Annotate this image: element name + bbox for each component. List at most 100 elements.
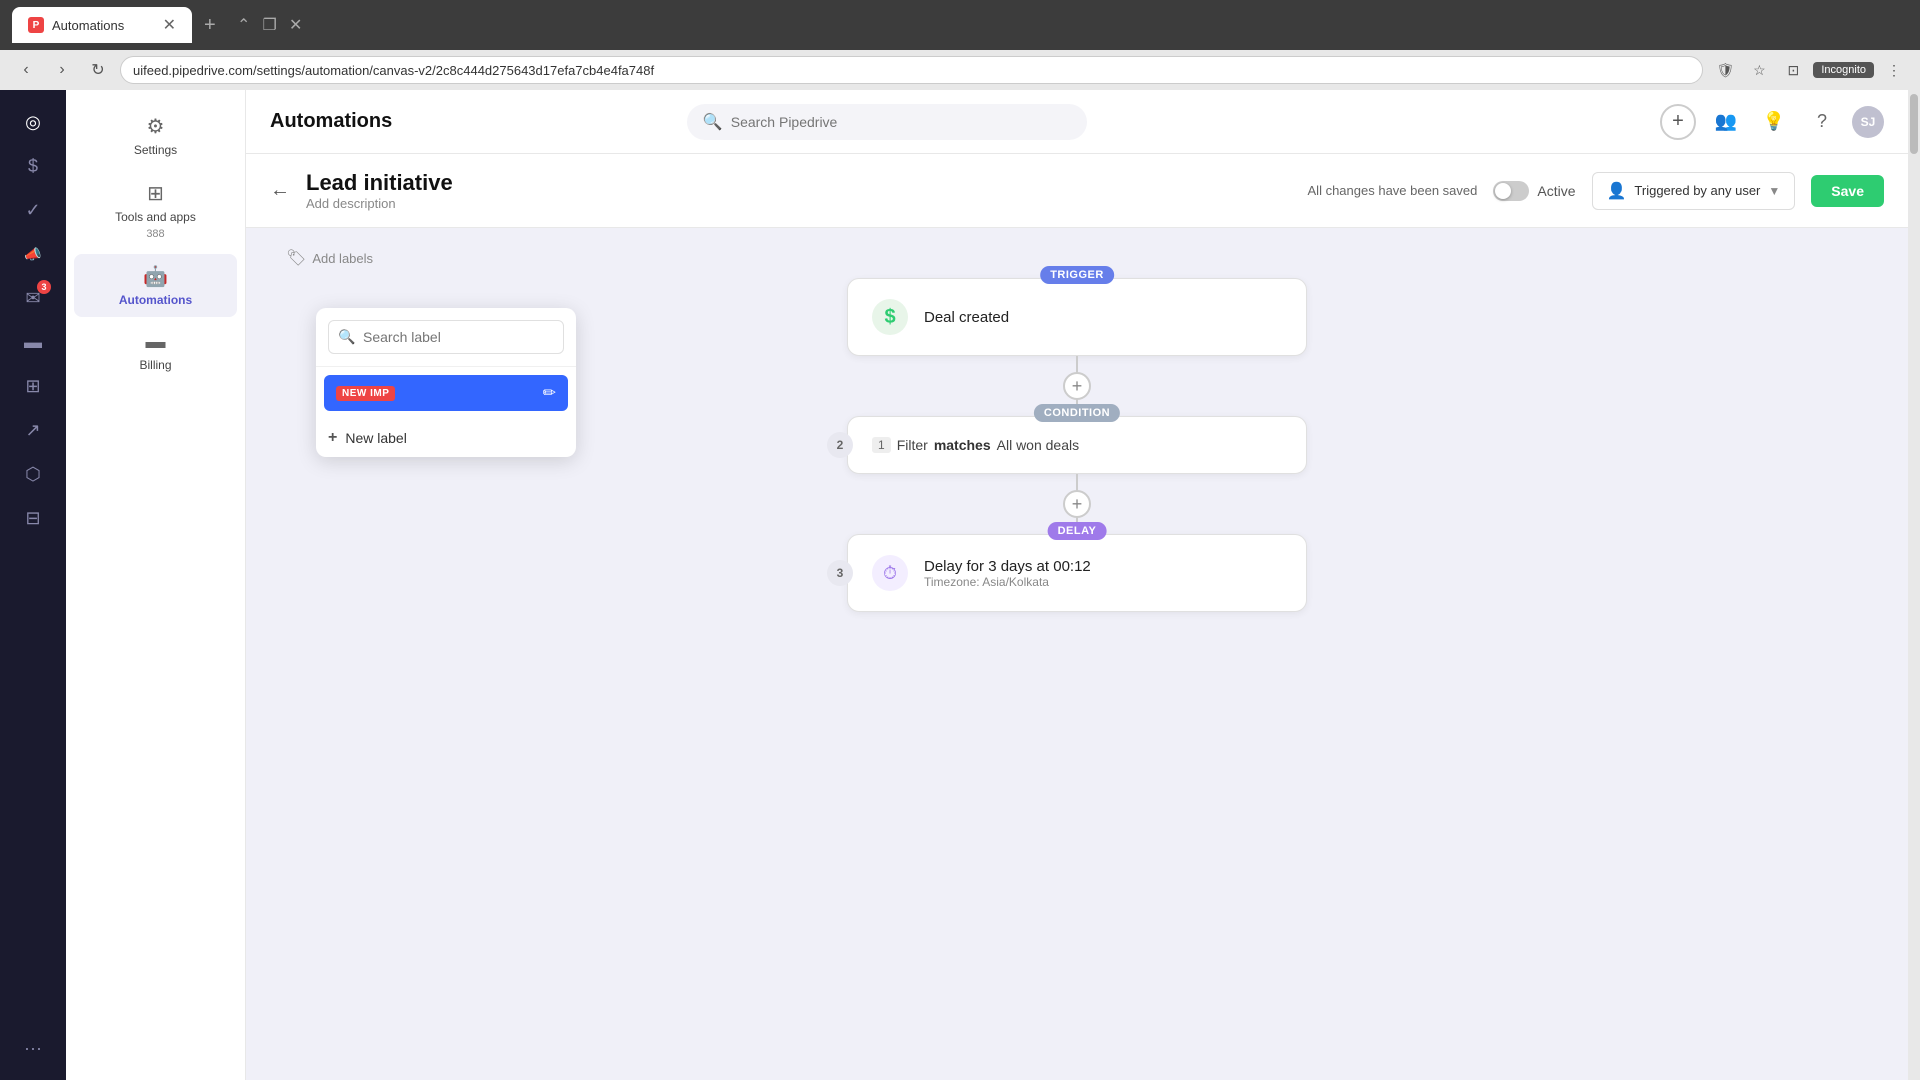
- page-title: Automations: [270, 110, 392, 133]
- delay-node: DELAY 3 ⏱ Delay for 3 days at 00:12 Time…: [847, 534, 1307, 612]
- sidebar-icon-email[interactable]: ✉ 3: [13, 278, 53, 318]
- trigger-node: TRIGGER $ Deal created: [847, 278, 1307, 356]
- close-btn[interactable]: ✕: [284, 13, 308, 37]
- condition-num: 1: [872, 437, 891, 453]
- top-bar-actions: + 👥 💡 ? SJ: [1660, 104, 1884, 140]
- add-labels-button[interactable]: 🏷 Add labels: [286, 248, 373, 268]
- label-search-input[interactable]: [328, 320, 564, 354]
- chevron-down-icon: ▼: [1768, 184, 1780, 198]
- deal-icon: $: [872, 299, 908, 335]
- menu-btn[interactable]: ⋮: [1880, 56, 1908, 84]
- condition-match: matches: [934, 437, 991, 453]
- delay-badge: DELAY: [1048, 522, 1107, 540]
- bulb-icon-btn[interactable]: 💡: [1756, 104, 1792, 140]
- trigger-node-inner[interactable]: $ Deal created: [847, 278, 1307, 356]
- left-sidebar: ◎ $ ✓ 📣 ✉ 3 ▬ ⊞ ↗ ⬡ ⊟ ···: [0, 90, 66, 1080]
- add-step-btn-2[interactable]: +: [1063, 490, 1091, 518]
- sidebar-icon-billing[interactable]: ▬: [13, 322, 53, 362]
- sidebar-item-automations[interactable]: 🤖 Automations: [74, 254, 237, 317]
- trigger-node-title: Deal created: [924, 309, 1009, 326]
- search-wrapper: 🔍: [687, 104, 1087, 140]
- delay-icon: ⏱: [872, 555, 908, 591]
- right-scrollbar[interactable]: [1908, 90, 1920, 1080]
- sidebar-icon-activity[interactable]: ◎: [13, 102, 53, 142]
- sidebar-icon-graph[interactable]: ↗: [13, 410, 53, 450]
- sidebar-item-billing[interactable]: ▬ Billing: [74, 321, 237, 382]
- main-content: Automations 🔍 + 👥 💡 ? SJ ← Lead: [246, 90, 1908, 1080]
- sidebar-icon-check[interactable]: ✓: [13, 190, 53, 230]
- automations-icon: 🤖: [143, 264, 168, 289]
- sidebar-icon-table[interactable]: ⊞: [13, 366, 53, 406]
- back-nav-btn[interactable]: ‹: [12, 56, 40, 84]
- back-button[interactable]: ←: [270, 179, 290, 202]
- tab-close-btn[interactable]: ✕: [163, 15, 176, 35]
- search-icon: 🔍: [703, 112, 723, 132]
- canvas-header: ← Lead initiative Add description All ch…: [246, 154, 1908, 228]
- existing-label-item[interactable]: NEW IMP ✏: [324, 375, 568, 411]
- canvas-area: ← Lead initiative Add description All ch…: [246, 154, 1908, 1080]
- canvas-title-area: Lead initiative Add description: [306, 170, 1292, 211]
- browser-tab[interactable]: P Automations ✕: [12, 7, 192, 43]
- new-label-option[interactable]: + New label: [316, 419, 576, 457]
- sidebar-label-settings: Settings: [134, 143, 177, 157]
- sidebar-item-settings[interactable]: ⚙ Settings: [74, 104, 237, 167]
- condition-node-inner[interactable]: 1 Filter matches All won deals: [847, 416, 1307, 474]
- sidebar-label-billing: Billing: [139, 358, 171, 372]
- delay-content: Delay for 3 days at 00:12 Timezone: Asia…: [924, 558, 1091, 589]
- sidebar-icon-megaphone[interactable]: 📣: [13, 234, 53, 274]
- new-imp-badge: NEW IMP: [336, 386, 395, 401]
- save-button[interactable]: Save: [1811, 175, 1884, 207]
- triggered-by-label: Triggered by any user: [1634, 183, 1760, 198]
- node-number-3: 3: [827, 560, 853, 586]
- tools-icon: ⊞: [147, 181, 164, 206]
- new-tab-btn[interactable]: +: [204, 14, 216, 37]
- browser-chrome: P Automations ✕ + ⌃ ❐ ✕: [0, 0, 1920, 50]
- extensions-icon[interactable]: ⊡: [1779, 56, 1807, 84]
- label-icon: 🏷: [286, 248, 306, 268]
- trigger-badge: TRIGGER: [1040, 266, 1114, 284]
- maximize-btn[interactable]: ❐: [258, 13, 282, 37]
- triggered-by-button[interactable]: 👤 Triggered by any user ▼: [1592, 172, 1796, 210]
- add-button[interactable]: +: [1660, 104, 1696, 140]
- search-input[interactable]: [731, 114, 1071, 130]
- shield-icon[interactable]: 🛡: [1711, 56, 1739, 84]
- active-toggle[interactable]: [1493, 181, 1529, 201]
- toggle-wrapper: Active: [1493, 181, 1575, 201]
- search-bar: 🔍: [687, 104, 1087, 140]
- top-bar: Automations 🔍 + 👥 💡 ? SJ: [246, 90, 1908, 154]
- edit-label-icon[interactable]: ✏: [543, 383, 556, 403]
- forward-nav-btn[interactable]: ›: [48, 56, 76, 84]
- address-text: uifeed.pipedrive.com/settings/automation…: [133, 63, 654, 78]
- plus-icon: +: [328, 429, 337, 447]
- canvas-content: 🏷 Add labels 🔍 NEW IMP: [246, 228, 1908, 1080]
- secondary-sidebar: ⚙ Settings ⊞ Tools and apps 388 🤖 Automa…: [66, 90, 246, 1080]
- reload-btn[interactable]: ↻: [84, 56, 112, 84]
- incognito-badge: Incognito: [1813, 62, 1874, 78]
- address-bar[interactable]: uifeed.pipedrive.com/settings/automation…: [120, 56, 1703, 84]
- people-icon-btn[interactable]: 👥: [1708, 104, 1744, 140]
- canvas-header-right: All changes have been saved Active 👤 Tri…: [1308, 172, 1884, 210]
- condition-value: All won deals: [997, 437, 1080, 453]
- delay-node-subtitle: Timezone: Asia/Kolkata: [924, 575, 1091, 589]
- app-container: ◎ $ ✓ 📣 ✉ 3 ▬ ⊞ ↗ ⬡ ⊟ ··· ⚙ Settings ⊞ T…: [0, 90, 1920, 1080]
- label-dropdown: 🔍 NEW IMP ✏ + New label: [316, 308, 576, 457]
- sidebar-icon-store[interactable]: ⊟: [13, 498, 53, 538]
- delay-node-inner[interactable]: ⏱ Delay for 3 days at 00:12 Timezone: As…: [847, 534, 1307, 612]
- star-icon[interactable]: ☆: [1745, 56, 1773, 84]
- saved-status: All changes have been saved: [1308, 183, 1478, 198]
- avatar[interactable]: SJ: [1852, 106, 1884, 138]
- email-badge: 3: [37, 280, 51, 294]
- sidebar-icon-cube[interactable]: ⬡: [13, 454, 53, 494]
- new-label-text: New label: [345, 430, 406, 446]
- minimize-btn[interactable]: ⌃: [232, 13, 256, 37]
- labels-area: 🏷 Add labels 🔍 NEW IMP: [286, 248, 373, 268]
- add-labels-text: Add labels: [312, 251, 373, 266]
- sidebar-icon-dollar[interactable]: $: [13, 146, 53, 186]
- sidebar-icon-more[interactable]: ···: [13, 1028, 53, 1068]
- billing-icon: ▬: [146, 331, 166, 354]
- help-icon-btn[interactable]: ?: [1804, 104, 1840, 140]
- canvas-subtitle[interactable]: Add description: [306, 196, 1292, 211]
- sidebar-item-tools[interactable]: ⊞ Tools and apps 388: [74, 171, 237, 250]
- sidebar-label-automations: Automations: [119, 293, 192, 307]
- add-step-btn-1[interactable]: +: [1063, 372, 1091, 400]
